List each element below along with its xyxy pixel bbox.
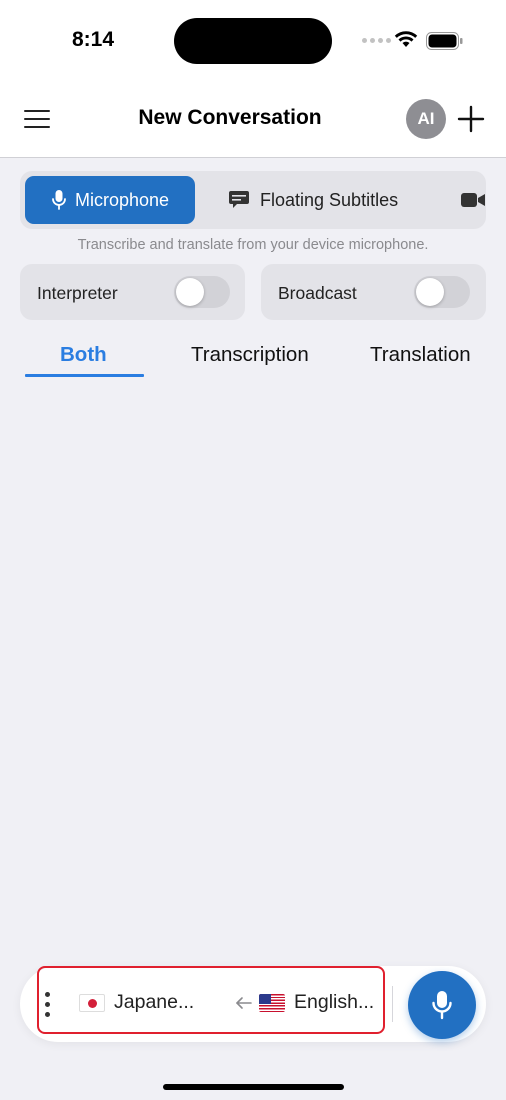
active-tab-indicator <box>25 374 144 377</box>
broadcast-toggle-card: Broadcast <box>261 264 486 320</box>
source-option-label: Floating Subtitles <box>260 189 399 210</box>
target-language-label: English... <box>294 991 375 1013</box>
japan-flag-icon <box>79 993 105 1012</box>
language-pair-selector[interactable]: Japane... English... <box>37 966 385 1034</box>
microphone-icon <box>52 190 66 210</box>
source-option-floating-subtitles[interactable]: Floating Subtitles <box>228 176 398 224</box>
interpreter-label: Interpreter <box>37 283 118 303</box>
target-language-button[interactable]: English... <box>259 991 374 1014</box>
tab-transcription[interactable]: Transcription <box>191 343 309 367</box>
interpreter-toggle-card: Interpreter <box>20 264 245 320</box>
broadcast-label: Broadcast <box>278 283 357 303</box>
status-bar: 8:14 <box>0 0 506 80</box>
broadcast-switch[interactable] <box>414 276 470 308</box>
status-time: 8:14 <box>72 28 115 51</box>
subtitles-icon <box>229 191 249 208</box>
microphone-icon <box>432 991 452 1020</box>
view-tabs: Both Transcription Translation <box>0 340 506 380</box>
source-option-video[interactable] <box>460 176 486 224</box>
switch-knob <box>176 278 204 306</box>
arrow-left-icon[interactable] <box>235 996 253 1010</box>
plus-icon[interactable] <box>456 104 486 134</box>
tab-both[interactable]: Both <box>60 343 107 367</box>
divider <box>392 986 393 1022</box>
battery-icon <box>426 32 463 50</box>
source-description: Transcribe and translate from your devic… <box>77 237 429 253</box>
page-title: New Conversation <box>138 106 322 129</box>
wifi-icon <box>394 31 418 47</box>
record-button[interactable] <box>408 971 476 1039</box>
dynamic-island <box>174 18 332 64</box>
home-indicator <box>163 1084 344 1090</box>
input-source-selector: Microphone Floating Subtitles <box>20 171 486 229</box>
navigation-bar: New Conversation AI <box>0 80 506 158</box>
video-camera-icon <box>461 193 485 207</box>
switch-knob <box>416 278 444 306</box>
avatar[interactable]: AI <box>406 99 446 139</box>
us-flag-icon <box>259 993 285 1012</box>
cellular-signal-icon <box>362 38 391 43</box>
source-option-label: Microphone <box>74 189 170 210</box>
tab-translation[interactable]: Translation <box>370 343 471 367</box>
source-language-label: Japane... <box>114 991 195 1013</box>
source-option-microphone[interactable]: Microphone <box>25 176 195 224</box>
source-language-button[interactable]: Japane... <box>79 991 194 1014</box>
interpreter-switch[interactable] <box>174 276 230 308</box>
